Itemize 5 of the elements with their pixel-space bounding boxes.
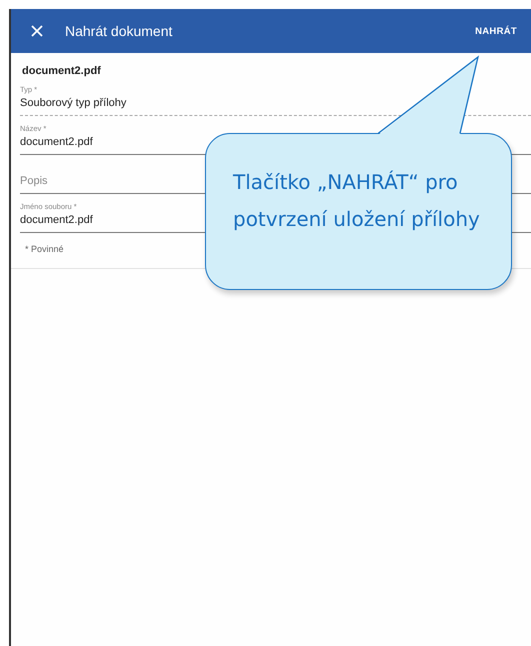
file-name: document2.pdf [21, 64, 102, 77]
required-note: * Povinné [25, 244, 65, 254]
close-icon [31, 25, 43, 37]
dialog-title: Nahrát dokument [65, 23, 172, 39]
upload-button[interactable]: NAHRÁT [473, 22, 519, 40]
